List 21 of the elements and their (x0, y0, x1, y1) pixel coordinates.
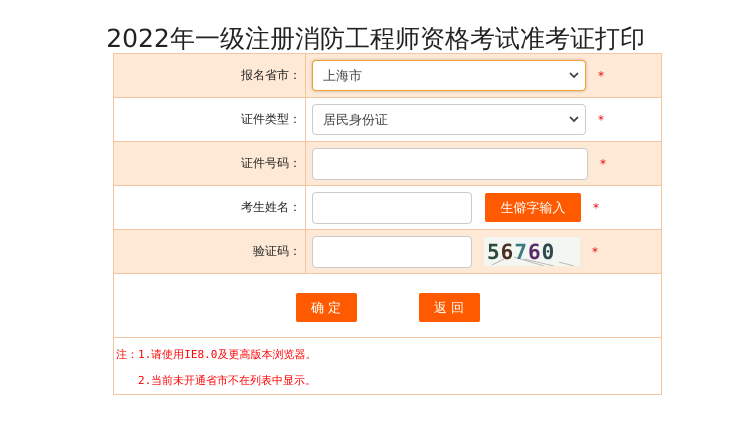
required-mark: * (598, 68, 604, 82)
field-label: 验证码： (253, 243, 301, 260)
field-label: 证件类型： (241, 111, 301, 128)
chevron-down-icon (569, 116, 579, 123)
captcha-image[interactable]: 56760 (484, 237, 580, 266)
chevron-down-icon (569, 72, 579, 79)
required-mark: * (593, 200, 599, 214)
field-label: 考生姓名： (241, 199, 301, 216)
field-label: 证件号码： (241, 155, 301, 172)
input-field[interactable] (312, 236, 472, 268)
note-text: 2.当前未开通省市不在列表中显示。 (137, 373, 318, 389)
field-label: 报名省市： (241, 67, 301, 84)
select-field[interactable]: 上海市 (312, 60, 586, 91)
required-mark: * (598, 112, 604, 126)
select-field[interactable]: 居民身份证 (312, 104, 586, 135)
page-title: 2022年一级注册消防工程师资格考试准考证打印 (105, 23, 646, 53)
required-mark: * (592, 244, 598, 258)
required-mark: * (600, 156, 606, 170)
input-field[interactable] (312, 192, 472, 224)
note-text: 注：1.请使用IE8.0及更高版本浏览器。 (116, 347, 318, 363)
input-field[interactable] (312, 148, 588, 180)
